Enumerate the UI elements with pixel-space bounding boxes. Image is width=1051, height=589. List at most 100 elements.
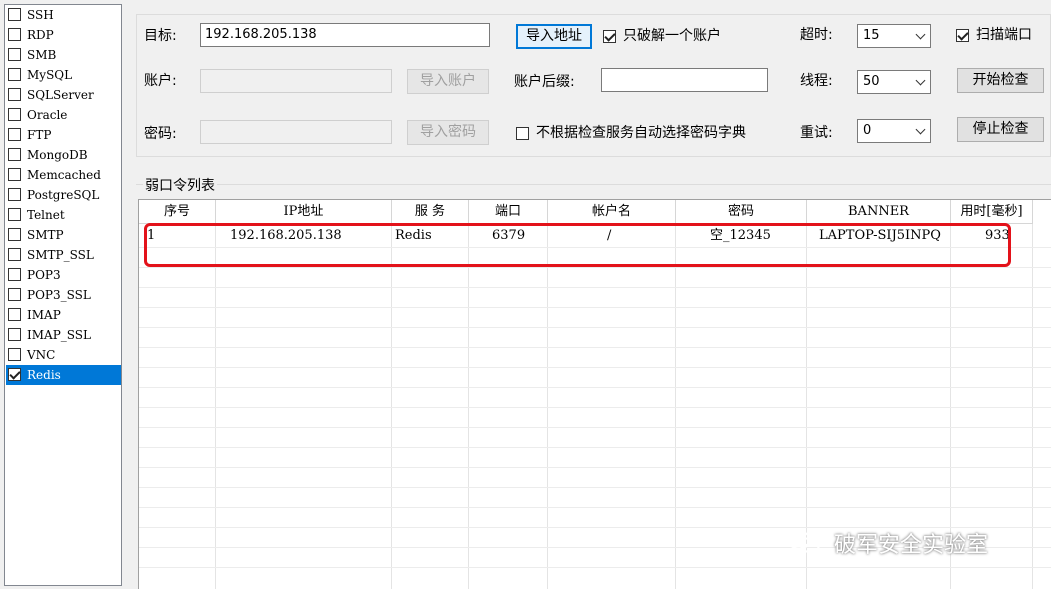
- timeout-select[interactable]: 15: [857, 24, 931, 48]
- row-divider: [139, 507, 1051, 508]
- import-account-button[interactable]: 导入账户: [407, 69, 489, 94]
- service-label: IMAP: [27, 308, 61, 322]
- service-item-ssh[interactable]: SSH: [6, 5, 121, 25]
- wechat-icon: [787, 530, 820, 553]
- service-checkbox[interactable]: [8, 248, 21, 261]
- service-label: Oracle: [27, 108, 68, 122]
- service-item-oracle[interactable]: Oracle: [6, 105, 121, 125]
- only-one-account-label[interactable]: 只破解一个账户: [623, 27, 721, 45]
- service-checkbox[interactable]: [8, 108, 21, 121]
- service-item-smtp[interactable]: SMTP: [6, 225, 121, 245]
- threads-label: 线程:: [800, 73, 833, 89]
- only-one-account-checkbox[interactable]: [603, 30, 616, 43]
- service-item-smb[interactable]: SMB: [6, 45, 121, 65]
- account-label: 账户:: [144, 73, 177, 89]
- service-item-rdp[interactable]: RDP: [6, 25, 121, 45]
- service-item-pop3-ssl[interactable]: POP3_SSL: [6, 285, 121, 305]
- watermark-text: 破军安全实验室: [834, 533, 989, 558]
- service-label: SSH: [27, 8, 54, 22]
- service-item-redis[interactable]: Redis: [6, 365, 121, 385]
- import-password-button[interactable]: 导入密码: [407, 120, 489, 145]
- target-input[interactable]: 192.168.205.138: [200, 23, 490, 47]
- account-input[interactable]: [200, 69, 392, 93]
- column-header[interactable]: 端口: [469, 200, 548, 224]
- row-divider: [139, 447, 1051, 448]
- service-label: SQLServer: [27, 88, 94, 102]
- service-label: RDP: [27, 28, 54, 42]
- column-header[interactable]: 密码: [676, 200, 807, 224]
- service-label: POP3: [27, 268, 61, 282]
- service-item-telnet[interactable]: Telnet: [6, 205, 121, 225]
- threads-select[interactable]: 50: [857, 70, 931, 94]
- service-item-memcached[interactable]: Memcached: [6, 165, 121, 185]
- service-checkbox[interactable]: [8, 288, 21, 301]
- service-checkbox[interactable]: [8, 228, 21, 241]
- column-header[interactable]: 用时[毫秒]: [951, 200, 1033, 224]
- service-checkbox[interactable]: [8, 48, 21, 61]
- target-label: 目标:: [144, 28, 177, 44]
- row-divider: [139, 367, 1051, 368]
- service-label: VNC: [27, 348, 56, 362]
- service-item-vnc[interactable]: VNC: [6, 345, 121, 365]
- row-divider: [139, 327, 1051, 328]
- threads-value: 50: [863, 74, 880, 89]
- column-header[interactable]: 帐户名: [548, 200, 676, 224]
- service-checkbox[interactable]: [8, 148, 21, 161]
- service-item-mongodb[interactable]: MongoDB: [6, 145, 121, 165]
- service-item-ftp[interactable]: FTP: [6, 125, 121, 145]
- account-suffix-label: 账户后缀:: [514, 74, 575, 90]
- import-address-button[interactable]: 导入地址: [516, 24, 592, 49]
- row-divider: [139, 567, 1051, 568]
- service-label: POP3_SSL: [27, 288, 91, 302]
- service-label: SMTP: [27, 228, 64, 242]
- start-check-button[interactable]: 开始检查: [957, 68, 1044, 93]
- retry-select[interactable]: 0: [857, 119, 931, 143]
- service-checkbox[interactable]: [8, 88, 21, 101]
- service-label: Redis: [27, 368, 61, 382]
- auto-dict-label[interactable]: 不根据检查服务自动选择密码字典: [536, 124, 746, 142]
- service-item-postgresql[interactable]: PostgreSQL: [6, 185, 121, 205]
- column-header[interactable]: IP地址: [216, 200, 392, 224]
- service-item-smtp-ssl[interactable]: SMTP_SSL: [6, 245, 121, 265]
- chevron-down-icon: [915, 124, 926, 135]
- column-header[interactable]: BANNER: [807, 200, 951, 224]
- row-divider: [139, 287, 1051, 288]
- service-list[interactable]: SSH RDP SMB MySQL SQLServer Oracle FTP M…: [4, 4, 122, 586]
- chevron-down-icon: [915, 29, 926, 40]
- row-divider: [139, 307, 1051, 308]
- service-label: MongoDB: [27, 148, 88, 162]
- service-checkbox[interactable]: [8, 8, 21, 21]
- service-checkbox[interactable]: [8, 208, 21, 221]
- scan-port-label[interactable]: 扫描端口: [976, 26, 1032, 44]
- row-divider: [139, 267, 1051, 268]
- row-divider: [139, 407, 1051, 408]
- service-checkbox[interactable]: [8, 28, 21, 41]
- auto-dict-checkbox[interactable]: [516, 127, 529, 140]
- service-checkbox[interactable]: [8, 128, 21, 141]
- service-checkbox[interactable]: [8, 328, 21, 341]
- row-divider: [139, 347, 1051, 348]
- service-checkbox[interactable]: [8, 368, 21, 381]
- service-item-sqlserver[interactable]: SQLServer: [6, 85, 121, 105]
- service-label: MySQL: [27, 68, 73, 82]
- service-checkbox[interactable]: [8, 168, 21, 181]
- password-input[interactable]: [200, 120, 392, 144]
- service-checkbox[interactable]: [8, 188, 21, 201]
- service-checkbox[interactable]: [8, 68, 21, 81]
- service-checkbox[interactable]: [8, 268, 21, 281]
- account-suffix-input[interactable]: [601, 68, 768, 92]
- service-item-pop3[interactable]: POP3: [6, 265, 121, 285]
- service-label: FTP: [27, 128, 52, 142]
- results-title: 弱口令列表: [143, 175, 217, 195]
- service-checkbox[interactable]: [8, 348, 21, 361]
- service-item-imap[interactable]: IMAP: [6, 305, 121, 325]
- stop-check-button[interactable]: 停止检查: [957, 117, 1044, 142]
- scan-port-checkbox[interactable]: [956, 29, 969, 42]
- service-item-imap-ssl[interactable]: IMAP_SSL: [6, 325, 121, 345]
- column-header[interactable]: 服 务: [392, 200, 469, 224]
- column-header[interactable]: 序号: [139, 200, 216, 224]
- results-group-border: [136, 184, 1051, 185]
- service-label: Memcached: [27, 168, 101, 182]
- service-item-mysql[interactable]: MySQL: [6, 65, 121, 85]
- service-checkbox[interactable]: [8, 308, 21, 321]
